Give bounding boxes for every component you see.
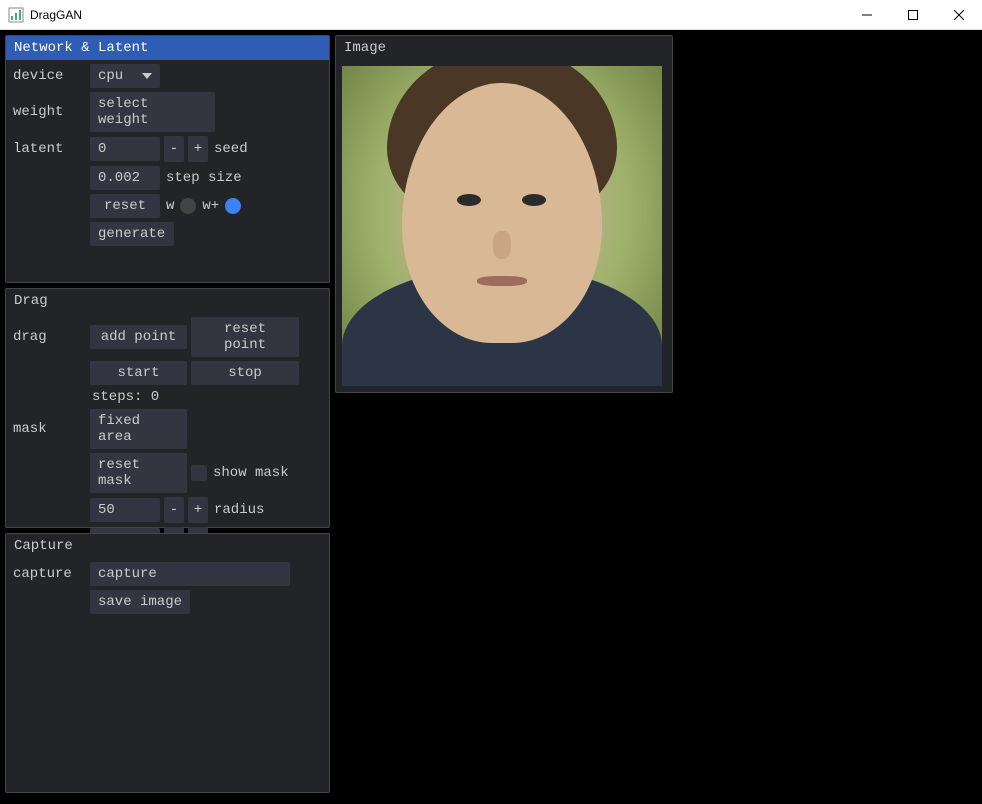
- capture-button[interactable]: capture: [90, 562, 290, 586]
- stepsize-label: step size: [164, 170, 244, 186]
- fixed-area-button[interactable]: fixed area: [90, 409, 187, 449]
- chevron-down-icon: [142, 73, 152, 79]
- radius-minus-button[interactable]: -: [164, 497, 184, 523]
- panel-image: Image: [335, 35, 673, 393]
- panel-capture: Capture capture capture save image: [5, 533, 330, 793]
- radius-label: radius: [212, 502, 266, 518]
- wplus-radio-label: w+: [200, 198, 221, 214]
- panel-header-network[interactable]: Network & Latent: [6, 36, 329, 60]
- radius-plus-button[interactable]: +: [188, 497, 208, 523]
- stepsize-input[interactable]: 0.002: [90, 166, 160, 190]
- add-point-button[interactable]: add point: [90, 325, 187, 349]
- seed-label: seed: [212, 141, 250, 157]
- reset-mask-button[interactable]: reset mask: [90, 453, 187, 493]
- weight-label: weight: [10, 104, 86, 120]
- minimize-button[interactable]: [844, 0, 890, 29]
- panel-drag: Drag drag add point reset point start st…: [5, 288, 330, 528]
- steps-label: steps: 0: [90, 389, 161, 405]
- start-button[interactable]: start: [90, 361, 187, 385]
- reset-button[interactable]: reset: [90, 194, 160, 218]
- device-select[interactable]: cpu: [90, 64, 160, 88]
- latent-label: latent: [10, 141, 86, 157]
- wplus-radio[interactable]: [225, 198, 241, 214]
- latent-seed-input[interactable]: 0: [90, 137, 160, 161]
- save-image-button[interactable]: save image: [90, 590, 190, 614]
- window-titlebar: DragGAN: [0, 0, 982, 30]
- window-title: DragGAN: [30, 8, 844, 22]
- panel-header-image[interactable]: Image: [336, 36, 672, 60]
- maximize-button[interactable]: [890, 0, 936, 29]
- panel-header-drag[interactable]: Drag: [6, 289, 329, 313]
- close-button[interactable]: [936, 0, 982, 29]
- seed-plus-button[interactable]: +: [188, 136, 208, 162]
- generated-image[interactable]: [342, 66, 662, 386]
- show-mask-label: show mask: [211, 465, 291, 481]
- drag-label: drag: [10, 329, 86, 345]
- capture-label: capture: [10, 566, 86, 582]
- stop-button[interactable]: stop: [191, 361, 299, 385]
- device-value: cpu: [98, 68, 123, 84]
- mask-label: mask: [10, 421, 86, 437]
- generate-button[interactable]: generate: [90, 222, 174, 246]
- seed-minus-button[interactable]: -: [164, 136, 184, 162]
- radius-input[interactable]: 50: [90, 498, 160, 522]
- panel-network-latent: Network & Latent device cpu weight selec…: [5, 35, 330, 283]
- panel-header-capture[interactable]: Capture: [6, 534, 329, 558]
- w-radio-label: w: [164, 198, 176, 214]
- device-label: device: [10, 68, 86, 84]
- app-icon: [8, 7, 24, 23]
- select-weight-button[interactable]: select weight: [90, 92, 215, 132]
- reset-point-button[interactable]: reset point: [191, 317, 299, 357]
- show-mask-checkbox[interactable]: [191, 465, 207, 481]
- w-radio[interactable]: [180, 198, 196, 214]
